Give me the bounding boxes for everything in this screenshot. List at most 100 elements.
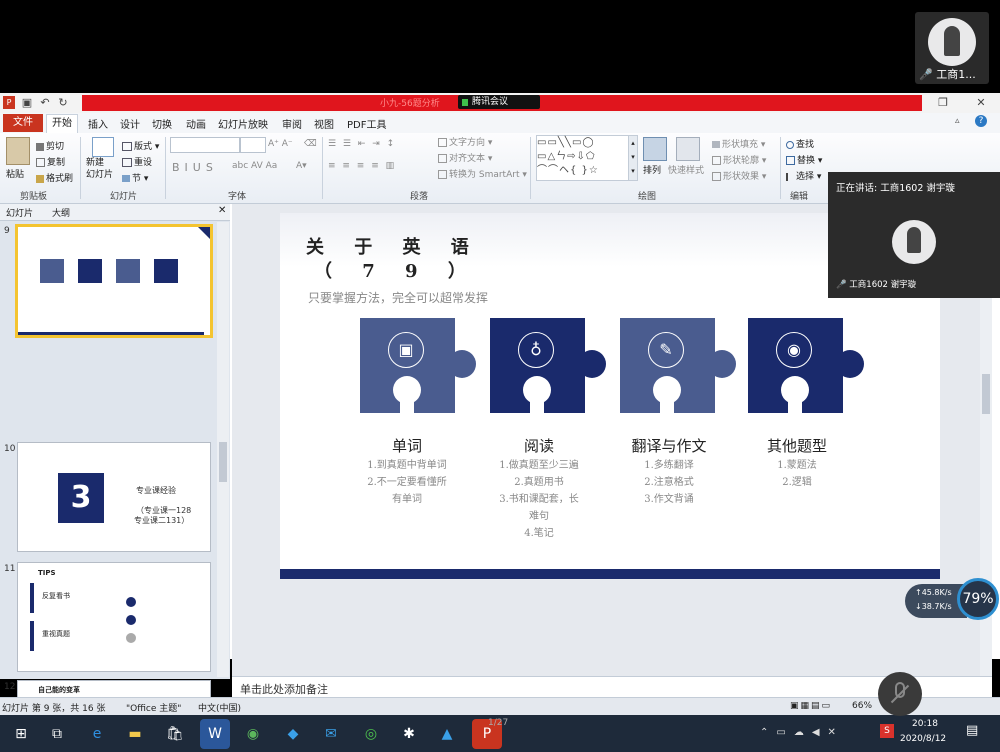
notification-icon[interactable]: ▤ bbox=[966, 723, 978, 738]
scrollbar-thumb[interactable] bbox=[219, 442, 227, 482]
word-icon[interactable]: W bbox=[200, 719, 230, 749]
tab-home[interactable]: 开始 bbox=[46, 114, 78, 133]
text-effect-icons[interactable]: abc AV Aa bbox=[232, 161, 277, 171]
align-buttons[interactable]: ≡ ≡ ≡ ≡ ▥ bbox=[328, 161, 396, 171]
paste-button[interactable]: 粘贴 bbox=[6, 167, 24, 180]
scrollbar-thumb[interactable] bbox=[982, 374, 990, 414]
quick-styles-icon[interactable] bbox=[676, 137, 700, 161]
pane-scrollbar[interactable] bbox=[217, 222, 229, 677]
language-status[interactable]: 中文(中国) bbox=[198, 701, 241, 714]
font-style-buttons[interactable]: BIUS bbox=[172, 161, 218, 174]
cut-button[interactable]: 剪切 bbox=[36, 139, 64, 152]
format-painter-button[interactable]: 格式刷 bbox=[36, 171, 73, 184]
paste-icon[interactable] bbox=[6, 137, 30, 165]
tab-insert[interactable]: 插入 bbox=[88, 116, 108, 131]
reset-button[interactable]: 重设 bbox=[122, 155, 152, 168]
category-item: 2.不一定要看懂所 bbox=[367, 477, 447, 488]
font-size-select[interactable] bbox=[240, 137, 266, 153]
tab-slides[interactable]: 幻灯片 bbox=[6, 206, 33, 219]
restore-icon[interactable]: ❐ bbox=[934, 95, 952, 111]
redo-icon[interactable]: ↻ bbox=[54, 95, 72, 111]
undo-icon[interactable]: ↶ bbox=[36, 95, 54, 111]
arrange-button[interactable]: 排列 bbox=[643, 163, 661, 176]
font-name-select[interactable] bbox=[170, 137, 240, 153]
meeting-pill[interactable]: 腾讯会议 bbox=[458, 95, 540, 109]
shape-outline-button[interactable]: 形状轮廓 ▾ bbox=[712, 153, 766, 166]
tab-pdf-tools[interactable]: PDF工具 bbox=[347, 116, 386, 131]
tab-slideshow[interactable]: 幻灯片放映 bbox=[218, 116, 268, 131]
layout-button[interactable]: 版式 ▾ bbox=[122, 139, 159, 152]
close-icon[interactable]: ✕ bbox=[972, 95, 990, 111]
slide-thumbnail-9[interactable] bbox=[15, 224, 213, 338]
task-view-icon[interactable]: ⧉ bbox=[42, 719, 72, 749]
quick-styles-button[interactable]: 快速样式 bbox=[668, 163, 704, 176]
shape-fill-button[interactable]: 形状填充 ▾ bbox=[712, 137, 765, 150]
edge-icon[interactable]: e bbox=[82, 719, 112, 749]
puzzle-piece-translation: ✎ bbox=[620, 318, 736, 413]
browser-icon[interactable]: ◉ bbox=[238, 719, 268, 749]
thumb-number: 9 bbox=[4, 226, 10, 236]
store-icon[interactable]: 🛍 bbox=[160, 719, 190, 749]
microphone-muted-icon[interactable] bbox=[878, 672, 922, 716]
arrange-icon[interactable] bbox=[643, 137, 667, 161]
speaker-panel[interactable]: 正在讲话: 工商1602 谢宇璇 🎤 工商1602 谢宇璇 bbox=[828, 172, 1000, 298]
font-color-icon[interactable]: A▾ bbox=[296, 161, 307, 171]
new-slide-button[interactable]: 新建 幻灯片 bbox=[86, 157, 113, 181]
clear-format-icon[interactable]: ⌫ bbox=[304, 139, 317, 149]
replace-button[interactable]: 替换 ▾ bbox=[786, 153, 822, 166]
section-button[interactable]: 节 ▾ bbox=[122, 171, 148, 184]
file-explorer-icon[interactable]: ▬ bbox=[120, 719, 150, 749]
category-item: 2.逻辑 bbox=[782, 477, 812, 488]
shape-effects-button[interactable]: 形状效果 ▾ bbox=[712, 169, 766, 182]
slide-title-score: （ 7 9 ） bbox=[314, 261, 478, 282]
tencent-meeting-icon[interactable]: ▲ bbox=[432, 719, 462, 749]
save-icon[interactable]: ▣ bbox=[18, 95, 36, 111]
antivirus-tray-icon[interactable]: S bbox=[880, 724, 894, 738]
clock-time[interactable]: 20:18 bbox=[912, 719, 938, 729]
category-item: 有单词 bbox=[392, 494, 422, 505]
copy-button[interactable]: 复制 bbox=[36, 155, 65, 168]
slide-thumbnail-11[interactable]: TIPS 反复看书 重视真题 bbox=[17, 562, 211, 672]
list-buttons[interactable]: ☰ ☰ ⇤ ⇥ ↕ bbox=[328, 139, 396, 149]
mail-icon[interactable]: ✉ bbox=[316, 719, 346, 749]
new-slide-icon[interactable] bbox=[92, 137, 114, 157]
view-buttons[interactable]: ▣▦▤▭ bbox=[790, 701, 832, 711]
category-item: 1.蒙题法 bbox=[777, 460, 817, 471]
participant-video-tile[interactable]: 🎤 工商1... bbox=[915, 12, 989, 84]
slide-thumbnail-10[interactable]: 3 专业课经验 （专业课一128 专业课二131） bbox=[17, 442, 211, 552]
text-direction-button[interactable]: 文字方向 ▾ bbox=[438, 135, 492, 148]
feishu-icon[interactable]: ◆ bbox=[278, 719, 308, 749]
notes-placeholder[interactable]: 单击此处添加备注 bbox=[240, 681, 328, 697]
select-button[interactable]: 选择 ▾ bbox=[786, 169, 821, 182]
find-button[interactable]: 查找 bbox=[786, 137, 814, 150]
tab-transitions[interactable]: 切换 bbox=[152, 116, 172, 131]
app-icon[interactable]: ✱ bbox=[394, 719, 424, 749]
smartart-button[interactable]: 转换为 SmartArt ▾ bbox=[438, 167, 527, 180]
tray-icons[interactable]: ⌃▭☁◀✕ bbox=[760, 727, 844, 738]
window-title: 小九-56题分析 bbox=[380, 99, 440, 109]
clock-date[interactable]: 2020/8/12 bbox=[900, 734, 946, 744]
theme-status[interactable]: "Office 主题" bbox=[126, 701, 181, 714]
align-text-button[interactable]: 对齐文本 ▾ bbox=[438, 151, 492, 164]
shapes-gallery[interactable]: ▭▭╲╲▭◯ ▭△ㄣ⇨⇩⬠ ⌒⌒ヘ{ }☆ bbox=[536, 135, 630, 181]
close-pane-icon[interactable]: ✕ bbox=[218, 205, 226, 216]
help-icon[interactable]: ? bbox=[975, 115, 987, 127]
tab-design[interactable]: 设计 bbox=[120, 116, 140, 131]
cursor-icon bbox=[786, 172, 794, 181]
speaker-name: 🎤 工商1602 谢宇璇 bbox=[836, 280, 917, 290]
tab-review[interactable]: 审阅 bbox=[282, 116, 302, 131]
minimize-ribbon-icon[interactable]: ▵ bbox=[955, 116, 960, 126]
zoom-level[interactable]: 66% bbox=[852, 701, 872, 711]
network-speed-widget[interactable]: ↑45.8K/s ↓38.7K/s 79% bbox=[905, 578, 1000, 624]
grow-font-icon[interactable]: A⁺ A⁻ bbox=[268, 139, 293, 149]
briefcase-icon: ▣ bbox=[388, 332, 424, 368]
tab-animations[interactable]: 动画 bbox=[186, 116, 206, 131]
windows-start-icon[interactable]: ⊞ bbox=[6, 719, 36, 749]
brush-icon bbox=[36, 174, 44, 183]
wechat-icon[interactable]: ◎ bbox=[356, 719, 386, 749]
tab-view[interactable]: 视图 bbox=[314, 116, 334, 131]
tab-outline[interactable]: 大纲 bbox=[52, 206, 70, 219]
tab-file[interactable]: 文件 bbox=[3, 114, 43, 132]
ppt-app-icon[interactable]: P bbox=[3, 96, 15, 109]
shapes-gallery-scroll[interactable]: ▴ ▾ ▾ bbox=[628, 135, 638, 181]
